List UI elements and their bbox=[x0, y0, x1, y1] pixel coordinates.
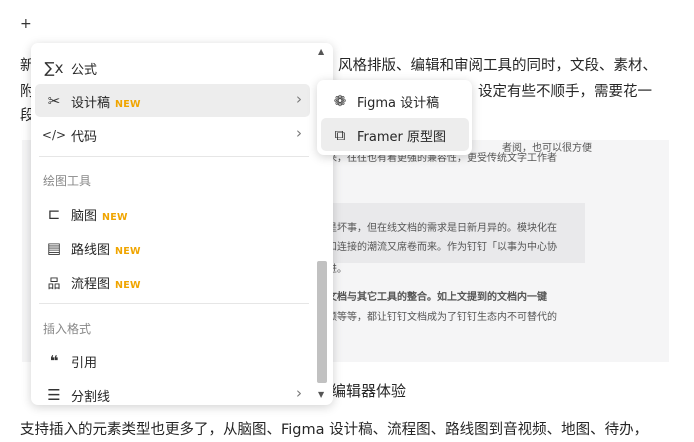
figma-icon: ❁ bbox=[333, 92, 347, 110]
flowchart-icon: 品 bbox=[47, 276, 61, 292]
scroll-up-arrow-icon[interactable]: ▲ bbox=[318, 47, 324, 56]
menu-item-label: 设计稿 NEW bbox=[71, 96, 141, 111]
submenu-item-label: Framer 原型图 bbox=[357, 130, 446, 145]
menu-item-label: 代码 bbox=[71, 130, 98, 145]
chevron-right-icon: › bbox=[296, 384, 302, 402]
menu-item-code[interactable]: </> 代码 › bbox=[35, 118, 310, 151]
embedded-text-line: 文档与其它工具的整合。如上文提到的文档内一键 bbox=[327, 292, 547, 303]
menu-item-quote[interactable]: ❝ 引用 bbox=[35, 344, 310, 377]
menu-divider bbox=[39, 156, 309, 157]
menu-item-label: 路线图 NEW bbox=[71, 243, 141, 258]
new-badge: NEW bbox=[115, 246, 141, 257]
menu-item-label: 公式 bbox=[71, 63, 98, 78]
chevron-right-icon: › bbox=[296, 124, 302, 142]
menu-item-roadmap[interactable]: ▤ 路线图 NEW bbox=[35, 231, 310, 264]
add-block-button[interactable]: + bbox=[20, 16, 32, 32]
menu-item-label: 分割线 bbox=[71, 390, 111, 405]
new-badge: NEW bbox=[115, 99, 141, 110]
section-title-insert: 插入格式 bbox=[43, 322, 92, 336]
scroll-down-arrow-icon[interactable]: ▼ bbox=[318, 390, 324, 399]
figma-design-icon: ✂ bbox=[47, 92, 61, 110]
roadmap-icon: ▤ bbox=[46, 239, 62, 257]
new-badge: NEW bbox=[102, 212, 128, 223]
submenu-item-label: Figma 设计稿 bbox=[357, 96, 440, 111]
framer-icon: ⧉ bbox=[334, 126, 346, 144]
doc-text-line1: 风格排版、编辑和审阅工具的同时，文段、素材、 bbox=[338, 58, 657, 74]
sigma-icon: ∑x bbox=[44, 59, 64, 77]
menu-divider bbox=[39, 303, 309, 304]
menu-item-flowchart[interactable]: 品 流程图 NEW bbox=[35, 265, 310, 298]
section-title-drawing: 绘图工具 bbox=[43, 174, 92, 188]
menu-item-label: 流程图 NEW bbox=[71, 277, 141, 292]
menu-item-label: 引用 bbox=[71, 356, 98, 371]
insert-menu: ∑x 公式 ✂ 设计稿 NEW › </> 代码 › 绘图工具 ⊏ 脑图 NEW ▤… bbox=[31, 43, 333, 405]
doc-text-bottom: 支持插入的元素类型也更多了，从脑图、Figma 设计稿、流程图、路线图到音视频、… bbox=[20, 422, 649, 438]
doc-text-line2: 设定有些不顺手，需要花一 bbox=[478, 84, 652, 100]
doc-heading: 编辑器体验 bbox=[331, 382, 407, 400]
menu-item-mindmap[interactable]: ⊏ 脑图 NEW bbox=[35, 197, 310, 230]
submenu-item-figma[interactable]: ❁ Figma 设计稿 bbox=[321, 84, 469, 117]
menu-item-divider[interactable]: ☰ 分割线 › bbox=[35, 378, 310, 405]
menu-item-design[interactable]: ✂ 设计稿 NEW › bbox=[35, 84, 310, 117]
embedded-text-line: 频等等，都让钉钉文档成为了钉钉生态内不可替代的 bbox=[327, 312, 557, 323]
divider-icon: ☰ bbox=[47, 386, 61, 404]
mindmap-icon: ⊏ bbox=[47, 205, 61, 223]
chevron-right-icon: › bbox=[296, 90, 302, 108]
menu-item-formula[interactable]: ∑x 公式 bbox=[35, 51, 310, 84]
submenu-item-framer[interactable]: ⧉ Framer 原型图 bbox=[321, 118, 469, 151]
scrollbar-thumb[interactable] bbox=[317, 261, 327, 383]
embedded-text-line: 是坏事，但在线文档的需求是日新月异的。模块化在 bbox=[327, 223, 557, 234]
quote-icon: ❝ bbox=[49, 352, 59, 370]
menu-item-label: 脑图 NEW bbox=[71, 209, 128, 224]
design-submenu: ❁ Figma 设计稿 ⧉ Framer 原型图 bbox=[317, 80, 472, 155]
embedded-text-line: 和连接的潮流又席卷而来。作为钉钉「以事为中心协 bbox=[327, 242, 557, 253]
new-badge: NEW bbox=[115, 280, 141, 291]
code-icon: </> bbox=[41, 128, 67, 142]
